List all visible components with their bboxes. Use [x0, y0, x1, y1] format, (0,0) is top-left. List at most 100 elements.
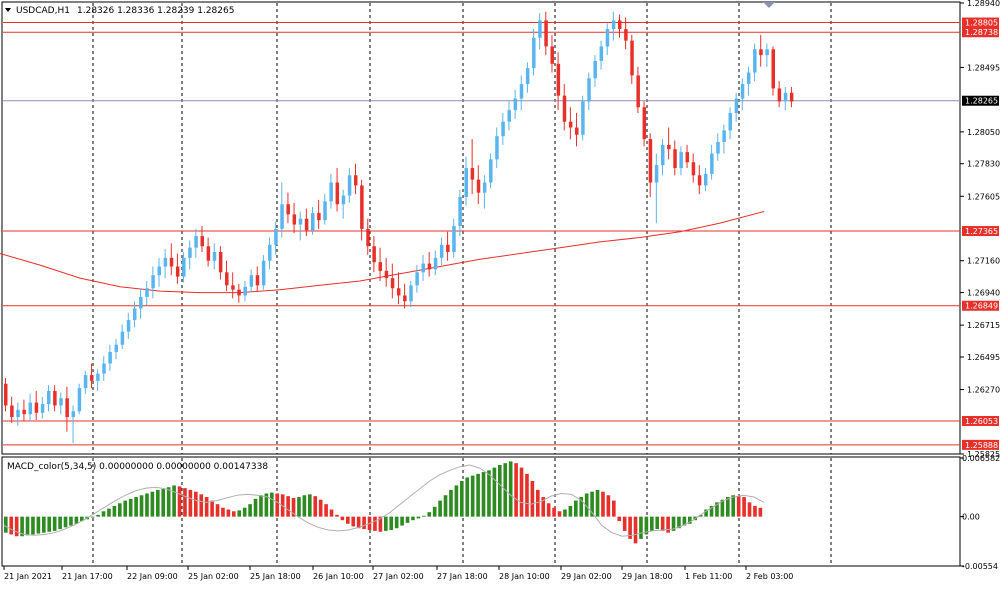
macd-bar — [508, 461, 513, 517]
main-pane-frame — [1, 1, 961, 455]
chart-svg[interactable]: 1.288051.28738 1.27365 1.26849 1.26053 1.258… — [0, 0, 1000, 588]
candle — [556, 52, 561, 111]
time-label: 29 Jan 18:00 — [622, 572, 673, 581]
candle-body — [280, 204, 284, 229]
macd-bar — [530, 480, 535, 517]
symbol-header[interactable]: USDCAD,H1 1.28326 1.28336 1.28239 1.2826… — [5, 6, 234, 16]
candles — [4, 11, 794, 444]
candle-body — [120, 331, 125, 345]
candle-body — [335, 182, 340, 205]
macd-bar — [183, 488, 187, 517]
candle — [648, 133, 653, 198]
price-axis: 1.28940 1.28495 1.28050 1.27830 1.27605 1.271… — [960, 0, 1000, 571]
candle — [409, 280, 413, 308]
candle — [335, 168, 340, 212]
price-tick-label: 1.26495 — [967, 353, 1000, 362]
candle — [390, 263, 395, 299]
candle-body — [347, 175, 352, 196]
macd-bar — [574, 500, 578, 517]
candle — [716, 133, 720, 161]
macd-bar — [118, 503, 122, 517]
candle-body — [605, 29, 610, 47]
macd-bar — [394, 516, 399, 529]
macd-bar — [232, 511, 236, 517]
candle — [71, 405, 76, 444]
candle — [599, 40, 604, 70]
macd-bar — [481, 472, 486, 517]
candle — [46, 385, 51, 412]
triangle-down-icon[interactable] — [5, 8, 11, 12]
macd-bar — [747, 502, 752, 517]
macd-bar — [400, 516, 404, 526]
macd-bar — [416, 516, 421, 519]
price-tick-label: 1.26715 — [967, 321, 1000, 330]
candle-body — [519, 84, 524, 99]
candle-body — [378, 262, 383, 271]
macd-bar — [438, 500, 442, 517]
candle-body — [243, 286, 247, 296]
price-tick-label: 1.26940 — [967, 289, 1000, 298]
macd-bar — [90, 516, 95, 518]
candle-body — [4, 383, 8, 406]
candle — [660, 139, 665, 176]
macd-bar — [622, 516, 627, 531]
candle — [593, 55, 597, 87]
macd-bar — [156, 489, 160, 517]
time-label: 26 Jan 10:00 — [313, 572, 364, 581]
macd-bar — [253, 498, 258, 517]
candle — [685, 144, 690, 169]
candle-body — [581, 101, 585, 135]
candle-body — [163, 257, 168, 267]
macd-bar — [161, 489, 166, 517]
macd-bar — [731, 495, 736, 517]
macd-bar — [123, 500, 128, 517]
macd-bar — [14, 516, 19, 537]
candle — [783, 86, 788, 111]
candle — [145, 280, 149, 306]
candle-body — [218, 252, 223, 273]
candle-body — [200, 236, 204, 247]
candle — [427, 252, 432, 277]
macd-bar — [335, 514, 339, 517]
candle-body — [169, 257, 174, 267]
macd-bar — [112, 505, 117, 517]
time-label: 1 Feb 11:00 — [685, 572, 732, 581]
candle-body — [458, 197, 462, 226]
candle-body — [409, 285, 413, 302]
candle-body — [722, 130, 726, 142]
macd-bar — [221, 507, 225, 517]
candle — [163, 249, 168, 279]
macd-bar — [145, 493, 149, 517]
macd-bar — [443, 495, 448, 517]
candle — [59, 392, 63, 415]
candle — [255, 266, 260, 292]
candle-body — [212, 252, 217, 261]
candle-body — [249, 275, 254, 287]
chart-shift-marker-icon[interactable] — [763, 2, 775, 8]
level-price-label: 1.28805 — [965, 19, 998, 28]
candle-body — [452, 225, 456, 253]
candle-body — [53, 391, 57, 406]
candle — [642, 101, 647, 147]
candle-body — [292, 214, 297, 225]
candle — [710, 144, 714, 180]
candle — [34, 391, 39, 420]
candle — [16, 402, 20, 426]
candle — [53, 385, 57, 412]
macd-bar — [340, 516, 345, 521]
macd-indicator — [3, 461, 765, 544]
macd-bar — [248, 504, 252, 517]
current-price-label: 1.28265 — [965, 97, 998, 106]
candle-body — [304, 218, 309, 231]
macd-bar — [297, 497, 301, 517]
macd-bar — [31, 516, 35, 535]
candle-body — [126, 320, 131, 332]
candle — [4, 377, 8, 412]
candle-body — [667, 144, 671, 150]
macd-bar — [313, 496, 318, 517]
macd-bar — [270, 492, 274, 517]
candle — [286, 192, 290, 224]
candle-body — [261, 260, 266, 286]
candle — [789, 86, 794, 108]
horizontal-levels[interactable]: 1.288051.28738 1.27365 1.26849 1.26053 1.258… — [3, 17, 999, 450]
